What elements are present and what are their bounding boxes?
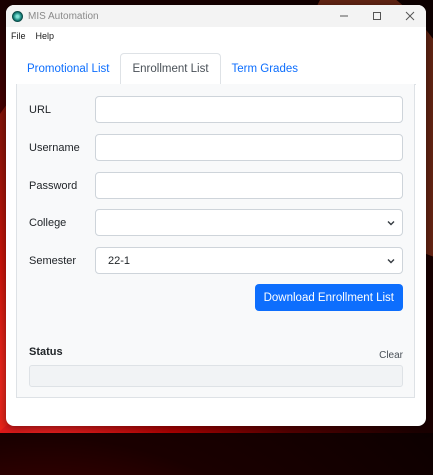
password-label: Password	[29, 179, 78, 192]
password-row: Password	[29, 172, 403, 199]
url-row: URL	[29, 96, 403, 123]
enrollment-panel: URL Username Password College Semester 2…	[16, 84, 415, 398]
semester-row: Semester 22-1	[29, 247, 403, 274]
clear-button[interactable]: Clear	[379, 350, 403, 361]
status-output	[29, 365, 403, 387]
username-row: Username	[29, 134, 403, 161]
minimize-icon	[339, 15, 348, 17]
password-input[interactable]	[95, 172, 403, 199]
college-select[interactable]	[95, 209, 403, 236]
app-logo-icon	[12, 10, 23, 22]
tab-enrollment-list[interactable]: Enrollment List	[120, 53, 221, 85]
title-bar: MIS Automation	[6, 5, 426, 27]
download-enrollment-button[interactable]: Download Enrollment List	[254, 284, 403, 311]
maximize-button[interactable]	[360, 5, 393, 27]
url-label: URL	[29, 103, 52, 116]
minimize-button[interactable]	[327, 5, 360, 27]
close-button[interactable]	[393, 5, 426, 27]
chevron-down-icon	[387, 221, 395, 226]
semester-value: 22-1	[108, 254, 131, 267]
app-window: MIS Automation File Help Promotional Lis…	[6, 5, 426, 426]
menu-help[interactable]: Help	[31, 31, 60, 41]
college-label: College	[29, 216, 67, 229]
tab-strip: Promotional List Enrollment List Term Gr…	[16, 53, 416, 85]
menu-bar: File Help	[6, 27, 426, 44]
username-input[interactable]	[95, 134, 403, 161]
url-input[interactable]	[95, 96, 403, 123]
menu-file[interactable]: File	[6, 31, 31, 41]
close-icon	[405, 11, 414, 21]
college-row: College	[29, 209, 403, 236]
maximize-icon	[372, 12, 381, 20]
window-controls	[327, 5, 426, 27]
semester-select[interactable]: 22-1	[95, 247, 403, 274]
semester-label: Semester	[29, 254, 77, 267]
status-label: Status	[29, 346, 63, 358]
window-title: MIS Automation	[28, 10, 99, 22]
chevron-down-icon	[387, 259, 395, 264]
tab-term-grades[interactable]: Term Grades	[221, 53, 309, 84]
tab-promotional-list[interactable]: Promotional List	[16, 53, 120, 84]
username-label: Username	[29, 141, 80, 154]
